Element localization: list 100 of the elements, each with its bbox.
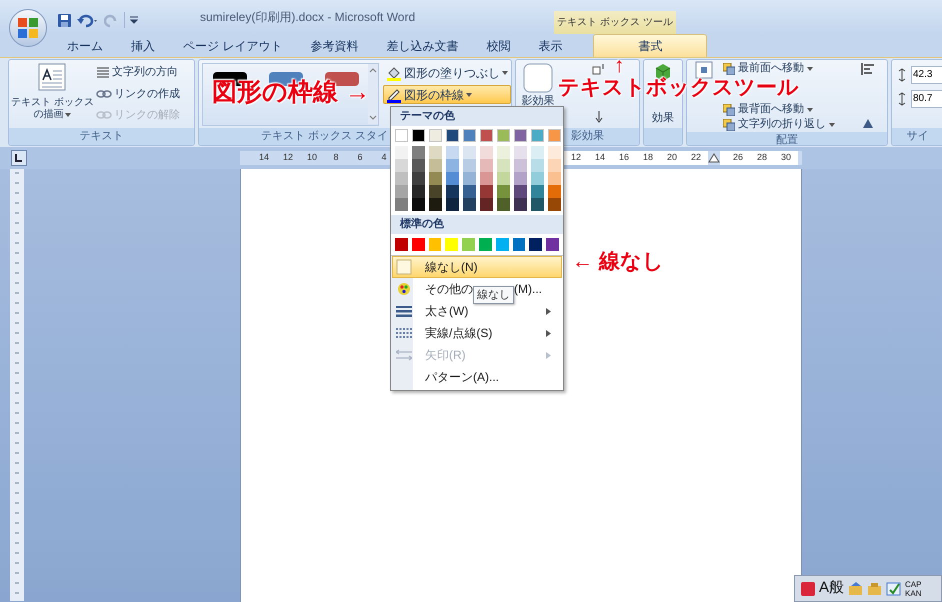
ribbon-command[interactable]: 最前面へ移動 [723, 61, 851, 76]
color-swatch[interactable] [497, 185, 510, 198]
color-swatch[interactable] [514, 198, 527, 211]
ribbon-tab[interactable]: 校閲 [473, 34, 524, 57]
color-swatch[interactable] [480, 185, 493, 198]
size-field[interactable]: 80.7 [911, 90, 942, 108]
color-swatch[interactable] [412, 159, 425, 172]
ribbon-tab[interactable]: 表示 [525, 34, 576, 57]
color-swatch[interactable] [429, 198, 442, 211]
color-swatch[interactable] [412, 238, 425, 251]
color-swatch[interactable] [548, 159, 561, 172]
ribbon-tab[interactable]: ページ レイアウト [170, 34, 296, 57]
color-swatch[interactable] [446, 159, 459, 172]
color-swatch[interactable] [412, 129, 425, 142]
shadow-effects-button[interactable]: 影効果 [519, 63, 557, 110]
color-swatch[interactable] [428, 238, 442, 251]
color-swatch[interactable] [531, 146, 544, 159]
palette-icon [397, 282, 411, 296]
ribbon-tab[interactable]: 挿入 [118, 34, 168, 57]
color-swatch[interactable] [429, 129, 442, 142]
color-swatch[interactable] [480, 129, 493, 142]
color-swatch[interactable] [480, 198, 493, 211]
color-swatch[interactable] [496, 238, 509, 251]
color-swatch[interactable] [446, 198, 459, 211]
color-swatch[interactable] [514, 172, 527, 185]
line-weight-icon [396, 305, 412, 317]
color-swatch[interactable] [412, 172, 425, 185]
color-swatch[interactable] [412, 198, 425, 211]
color-swatch[interactable] [429, 146, 442, 159]
color-swatch[interactable] [395, 198, 408, 211]
color-swatch[interactable] [497, 172, 510, 185]
draw-text-box-button[interactable]: テキスト ボックス の描画 [11, 63, 94, 121]
size-field[interactable]: 42.3 [911, 66, 942, 84]
color-swatch[interactable] [548, 129, 561, 142]
color-swatch[interactable] [497, 129, 510, 142]
ribbon-command[interactable]: 図形の枠線 [383, 85, 511, 104]
menu-item[interactable]: パターン(A)... [392, 366, 562, 388]
menu-item[interactable]: 実線/点線(S) [392, 322, 562, 344]
color-swatch[interactable] [548, 146, 561, 159]
color-swatch[interactable] [395, 146, 408, 159]
ribbon-tab[interactable]: 差し込み文書 [373, 34, 472, 57]
color-swatch[interactable] [497, 146, 510, 159]
color-swatch[interactable] [395, 185, 408, 198]
ribbon-tab[interactable]: 書式 [593, 34, 708, 57]
ribbon-tab[interactable]: ホーム [54, 34, 116, 57]
ribbon-command[interactable]: 最背面へ移動 [723, 102, 851, 117]
color-swatch[interactable] [429, 185, 442, 198]
color-swatch[interactable] [446, 129, 459, 142]
color-swatch[interactable] [548, 198, 561, 211]
color-swatch[interactable] [531, 159, 544, 172]
input-mode[interactable]: A般 [819, 577, 844, 600]
caret-icon [65, 113, 72, 117]
color-swatch[interactable] [531, 198, 544, 211]
color-swatch[interactable] [480, 172, 493, 185]
group-label-strip [644, 128, 682, 145]
ribbon-command[interactable]: 文字列の折り返し [723, 117, 851, 132]
color-swatch[interactable] [395, 172, 408, 185]
color-swatch[interactable] [497, 198, 510, 211]
input-method-icon [801, 582, 815, 596]
color-swatch[interactable] [548, 185, 561, 198]
color-swatch[interactable] [463, 185, 476, 198]
color-swatch[interactable] [548, 172, 561, 185]
color-swatch[interactable] [531, 129, 544, 142]
ribbon-command[interactable]: 文字列の方向 [96, 64, 180, 80]
menu-item[interactable]: 線なし(N) [392, 256, 562, 278]
color-swatch[interactable] [463, 198, 476, 211]
color-swatch[interactable] [395, 238, 408, 251]
color-swatch[interactable] [446, 172, 459, 185]
color-swatch[interactable] [529, 238, 542, 251]
color-swatch[interactable] [514, 185, 527, 198]
color-swatch[interactable] [463, 146, 476, 159]
ribbon-command[interactable]: 図形の塗りつぶし [383, 63, 511, 82]
color-swatch[interactable] [445, 238, 458, 251]
color-swatch[interactable] [412, 185, 425, 198]
color-swatch[interactable] [514, 146, 527, 159]
color-swatch[interactable] [463, 129, 476, 142]
color-swatch[interactable] [395, 159, 408, 172]
3d-effects-button[interactable]: 効果 [652, 110, 674, 126]
color-swatch[interactable] [463, 159, 476, 172]
color-swatch[interactable] [512, 238, 526, 251]
color-swatch[interactable] [546, 238, 559, 251]
color-swatch[interactable] [480, 146, 493, 159]
color-swatch[interactable] [497, 159, 510, 172]
color-swatch[interactable] [531, 185, 544, 198]
color-swatch[interactable] [462, 238, 475, 251]
color-swatch[interactable] [446, 146, 459, 159]
color-swatch[interactable] [478, 238, 492, 251]
color-swatch[interactable] [429, 159, 442, 172]
ribbon-tab[interactable]: 参考資料 [297, 34, 372, 57]
color-swatch[interactable] [395, 129, 408, 142]
color-swatch[interactable] [463, 172, 476, 185]
color-swatch[interactable] [514, 159, 527, 172]
ribbon-command[interactable]: リンクの作成 [96, 86, 180, 102]
color-swatch[interactable] [412, 146, 425, 159]
color-swatch[interactable] [429, 172, 442, 185]
color-swatch[interactable] [480, 159, 493, 172]
ruler-number: 4 [380, 151, 388, 164]
color-swatch[interactable] [514, 129, 527, 142]
color-swatch[interactable] [531, 172, 544, 185]
color-swatch[interactable] [446, 185, 459, 198]
